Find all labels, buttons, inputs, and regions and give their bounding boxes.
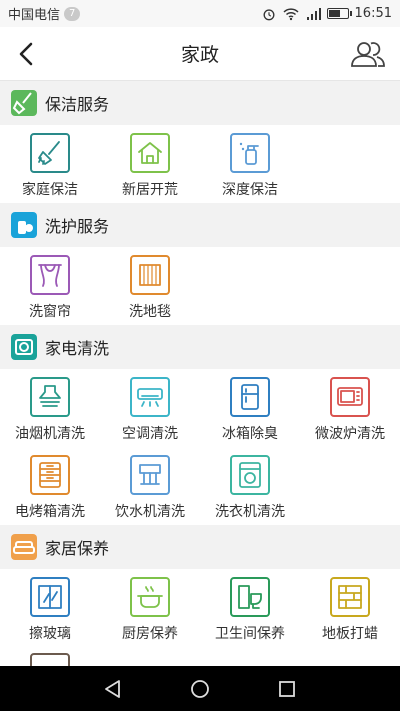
service-item-label: 空调清洗: [122, 426, 178, 442]
house-icon: [130, 133, 170, 173]
service-item-label: 深度保洁: [222, 182, 278, 198]
section-title: 保洁服务: [45, 95, 110, 114]
detergent-icon: [11, 212, 37, 238]
service-item-label: 微波炉清洗: [315, 426, 385, 442]
service-item[interactable]: 洗衣机清洗: [200, 447, 300, 525]
service-item-label: 厨房保养: [122, 626, 178, 642]
wifi-icon: [283, 7, 299, 20]
section-header: 洗护服务: [0, 203, 400, 247]
service-item[interactable]: 洗窗帘: [0, 247, 100, 325]
carrier-name: 中国电信: [8, 8, 61, 23]
signal-icon: [306, 7, 321, 20]
service-grid: 油烟机清洗 空调清洗 冰箱除臭 微波炉清洗电烤箱清洗 饮水机清洗 洗衣机清洗: [0, 369, 400, 525]
service-grid: 擦玻璃 厨房保养 卫生间保养 地板打蜡: [0, 569, 400, 647]
service-item-label: 新居开荒: [122, 182, 178, 198]
service-item-label: 卫生间保养: [215, 626, 285, 642]
service-content: 保洁服务家庭保洁 新居开荒 深度保洁洗护服务洗窗帘 洗地毯家电清洗油烟机清洗 空调清洗 冰…: [0, 81, 400, 666]
refrigerator-icon: [230, 377, 270, 417]
notification-badge: 7: [64, 6, 81, 21]
service-item-label: 冰箱除臭: [222, 426, 278, 442]
service-item[interactable]: 洗地毯: [100, 247, 200, 325]
section-header: 家居保养: [0, 525, 400, 569]
service-item[interactable]: 油烟机清洗: [0, 369, 100, 447]
service-item-label: 擦玻璃: [29, 626, 71, 642]
triangle-back-icon[interactable]: [102, 678, 124, 700]
service-item-label: 洗衣机清洗: [215, 504, 285, 520]
appliance-icon: [11, 334, 37, 360]
status-icons: 16:51: [261, 6, 392, 21]
section-title: 家居保养: [45, 539, 110, 558]
chevron-left-icon: [19, 42, 33, 66]
broom-icon: [11, 90, 37, 116]
service-item[interactable]: 擦玻璃: [0, 569, 100, 647]
section-title: 洗护服务: [45, 217, 110, 236]
toilet-icon: [230, 577, 270, 617]
service-item[interactable]: 饮水机清洗: [100, 447, 200, 525]
battery-icon: [326, 8, 352, 19]
partial-row: [0, 647, 400, 666]
floor-tiles-icon: [330, 577, 370, 617]
microwave-icon: [330, 377, 370, 417]
service-item[interactable]: 地板打蜡: [300, 569, 400, 647]
service-item[interactable]: 空调清洗: [100, 369, 200, 447]
oven-icon: [30, 455, 70, 495]
range-hood-icon: [30, 377, 70, 417]
square-recents-icon[interactable]: [276, 678, 298, 700]
service-item[interactable]: 电烤箱清洗: [0, 447, 100, 525]
washing-machine-icon: [230, 455, 270, 495]
service-item[interactable]: 冰箱除臭: [200, 369, 300, 447]
broom-icon: [30, 133, 70, 173]
section-header: 保洁服务: [0, 81, 400, 125]
service-item-label: 洗地毯: [129, 304, 171, 320]
sofa-icon: [11, 534, 37, 560]
section-header: 家电清洗: [0, 325, 400, 369]
clock: 16:51: [354, 6, 392, 21]
window-icon: [30, 577, 70, 617]
carpet-icon: [130, 255, 170, 295]
chef-hat-icon[interactable]: [30, 653, 70, 666]
curtain-icon: [30, 255, 70, 295]
service-item[interactable]: 新居开荒: [100, 125, 200, 203]
page-title: 家政: [180, 44, 219, 66]
section-title: 家电清洗: [45, 339, 110, 358]
service-item-label: 油烟机清洗: [15, 426, 85, 442]
water-dispenser-icon: [130, 455, 170, 495]
service-item[interactable]: 深度保洁: [200, 125, 300, 203]
service-item-label: 饮水机清洗: [115, 504, 185, 520]
service-item-label: 洗窗帘: [29, 304, 71, 320]
air-conditioner-icon: [130, 377, 170, 417]
people-button[interactable]: [348, 36, 388, 72]
service-item-label: 电烤箱清洗: [15, 504, 85, 520]
people-icon: [351, 42, 385, 67]
status-bar: 中国电信 7 16:51: [0, 0, 400, 27]
circle-home-icon[interactable]: [189, 678, 211, 700]
carrier-info: 中国电信 7: [8, 4, 81, 23]
service-item[interactable]: 微波炉清洗: [300, 369, 400, 447]
service-grid: 家庭保洁 新居开荒 深度保洁: [0, 125, 400, 203]
back-button[interactable]: [10, 38, 42, 70]
system-navigation-bar: [0, 666, 400, 711]
spray-bottle-icon: [230, 133, 270, 173]
service-item-label: 地板打蜡: [322, 626, 378, 642]
service-item-label: 家庭保洁: [22, 182, 78, 198]
top-navigation-bar: 家政: [0, 27, 400, 81]
alarm-icon: [263, 8, 274, 20]
service-item[interactable]: 厨房保养: [100, 569, 200, 647]
cooking-pot-icon: [130, 577, 170, 617]
service-grid: 洗窗帘 洗地毯: [0, 247, 400, 325]
service-item[interactable]: 卫生间保养: [200, 569, 300, 647]
service-item[interactable]: 家庭保洁: [0, 125, 100, 203]
